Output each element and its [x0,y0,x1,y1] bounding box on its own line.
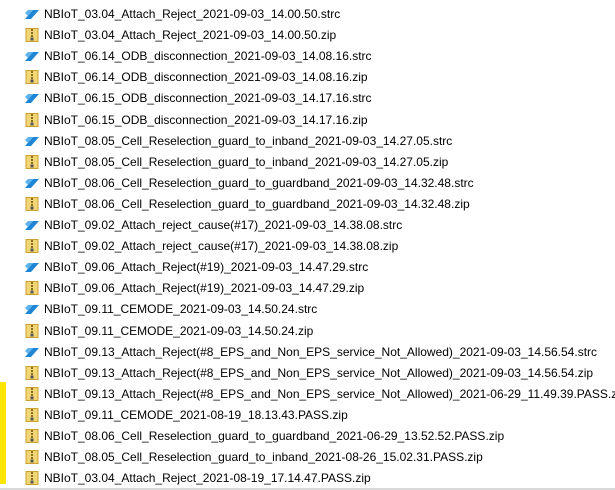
zip-file-icon [24,154,40,169]
file-name: NBIoT_09.13_Attach_Reject(#8_EPS_and_Non… [44,386,615,401]
file-name: NBIoT_09.11_CEMODE_2021-09-03_14.50.24.z… [44,323,314,338]
file-name: NBIoT_09.02_Attach_reject_cause(#17)_202… [44,239,399,254]
file-row[interactable]: NBIoT_09.13_Attach_Reject(#8_EPS_and_Non… [0,363,600,383]
strc-file-icon [24,218,40,232]
file-name: NBIoT_06.14_ODB_disconnection_2021-09-03… [44,70,368,85]
file-name: NBIoT_09.11_CEMODE_2021-09-03_14.50.24.s… [44,302,318,317]
zip-file-icon [24,429,40,443]
file-row[interactable]: NBIoT_09.11_CEMODE_2021-09-03_14.50.24.s… [0,299,600,319]
file-name: NBIoT_06.15_ODB_disconnection_2021-09-03… [44,91,372,106]
file-name: NBIoT_03.04_Attach_Reject_2021-08-19_17.… [44,471,371,486]
file-row[interactable]: NBIoT_09.02_Attach_reject_cause(#17)_202… [0,215,600,235]
strc-file-icon [24,260,40,274]
file-name: NBIoT_08.06_Cell_Reselection_guard_to_gu… [44,196,470,211]
file-name: NBIoT_09.13_Attach_Reject(#8_EPS_and_Non… [44,365,594,380]
file-row[interactable]: NBIoT_08.05_Cell_Reselection_guard_to_in… [0,131,600,151]
zip-file-icon [24,365,40,380]
zip-file-icon [24,323,40,338]
file-name: NBIoT_09.02_Attach_reject_cause(#17)_202… [44,218,403,232]
strc-file-icon [24,91,40,105]
file-name: NBIoT_09.06_Attach_Reject(#19)_2021-09-0… [44,281,365,296]
file-row[interactable]: NBIoT_09.02_Attach_reject_cause(#17)_202… [0,236,600,256]
file-row[interactable]: NBIoT_06.14_ODB_disconnection_2021-09-03… [0,46,600,66]
strc-file-icon [24,134,40,148]
file-row[interactable]: NBIoT_09.13_Attach_Reject(#8_EPS_and_Non… [0,384,615,404]
file-name: NBIoT_09.11_CEMODE_2021-08-19_18.13.43.P… [44,407,348,422]
file-name: NBIoT_03.04_Attach_Reject_2021-09-03_14.… [44,7,341,21]
zip-file-icon [24,386,40,401]
file-name: NBIoT_08.05_Cell_Reselection_guard_to_in… [44,154,449,169]
strc-file-icon [24,176,40,190]
file-name: NBIoT_06.14_ODB_disconnection_2021-09-03… [44,49,372,64]
zip-file-icon [24,70,40,85]
file-row[interactable]: NBIoT_09.11_CEMODE_2021-09-03_14.50.24.z… [0,321,600,341]
zip-file-icon [24,407,40,422]
file-row[interactable]: NBIoT_09.13_Attach_Reject(#8_EPS_and_Non… [0,342,600,362]
zip-file-icon [24,281,40,296]
file-name: NBIoT_08.06_Cell_Reselection_guard_to_gu… [44,429,505,443]
zip-file-icon [24,239,40,254]
file-row[interactable]: NBIoT_03.04_Attach_Reject_2021-09-03_14.… [0,25,600,45]
file-row[interactable]: NBIoT_03.04_Attach_Reject_2021-09-03_14.… [0,4,600,24]
file-row[interactable]: NBIoT_08.06_Cell_Reselection_guard_to_gu… [0,173,600,193]
zip-file-icon [24,471,40,486]
strc-file-icon [24,49,40,63]
highlight-mark [0,382,6,422]
file-name: NBIoT_08.05_Cell_Reselection_guard_to_in… [44,133,453,148]
zip-file-icon [24,112,40,127]
file-row[interactable]: NBIoT_08.06_Cell_Reselection_guard_to_gu… [0,426,600,446]
file-row[interactable]: NBIoT_09.11_CEMODE_2021-08-19_18.13.43.P… [0,405,600,425]
file-row[interactable]: NBIoT_09.06_Attach_Reject(#19)_2021-09-0… [0,278,600,298]
file-name: NBIoT_09.13_Attach_Reject(#8_EPS_and_Non… [44,344,598,359]
file-name: NBIoT_08.06_Cell_Reselection_guard_to_gu… [44,175,474,190]
file-name: NBIoT_08.05_Cell_Reselection_guard_to_in… [44,450,483,465]
file-name: NBIoT_09.06_Attach_Reject(#19)_2021-09-0… [44,260,369,275]
file-row[interactable]: NBIoT_08.06_Cell_Reselection_guard_to_gu… [0,194,600,214]
file-row[interactable]: NBIoT_03.04_Attach_Reject_2021-08-19_17.… [0,468,600,488]
file-row[interactable]: NBIoT_06.15_ODB_disconnection_2021-09-03… [0,110,600,130]
file-row[interactable]: NBIoT_09.06_Attach_Reject(#19)_2021-09-0… [0,257,600,277]
file-row[interactable]: NBIoT_06.15_ODB_disconnection_2021-09-03… [0,88,600,108]
zip-file-icon [24,28,40,43]
strc-file-icon [24,302,40,316]
file-name: NBIoT_06.15_ODB_disconnection_2021-09-03… [44,112,368,127]
file-row[interactable]: NBIoT_08.05_Cell_Reselection_guard_to_in… [0,152,600,172]
strc-file-icon [24,345,40,359]
highlight-mark [0,456,6,484]
file-name: NBIoT_03.04_Attach_Reject_2021-09-03_14.… [44,28,337,43]
zip-file-icon [24,196,40,211]
file-row[interactable]: NBIoT_06.14_ODB_disconnection_2021-09-03… [0,67,600,87]
zip-file-icon [24,450,40,465]
file-row[interactable]: NBIoT_08.05_Cell_Reselection_guard_to_in… [0,447,600,467]
strc-file-icon [24,7,40,21]
